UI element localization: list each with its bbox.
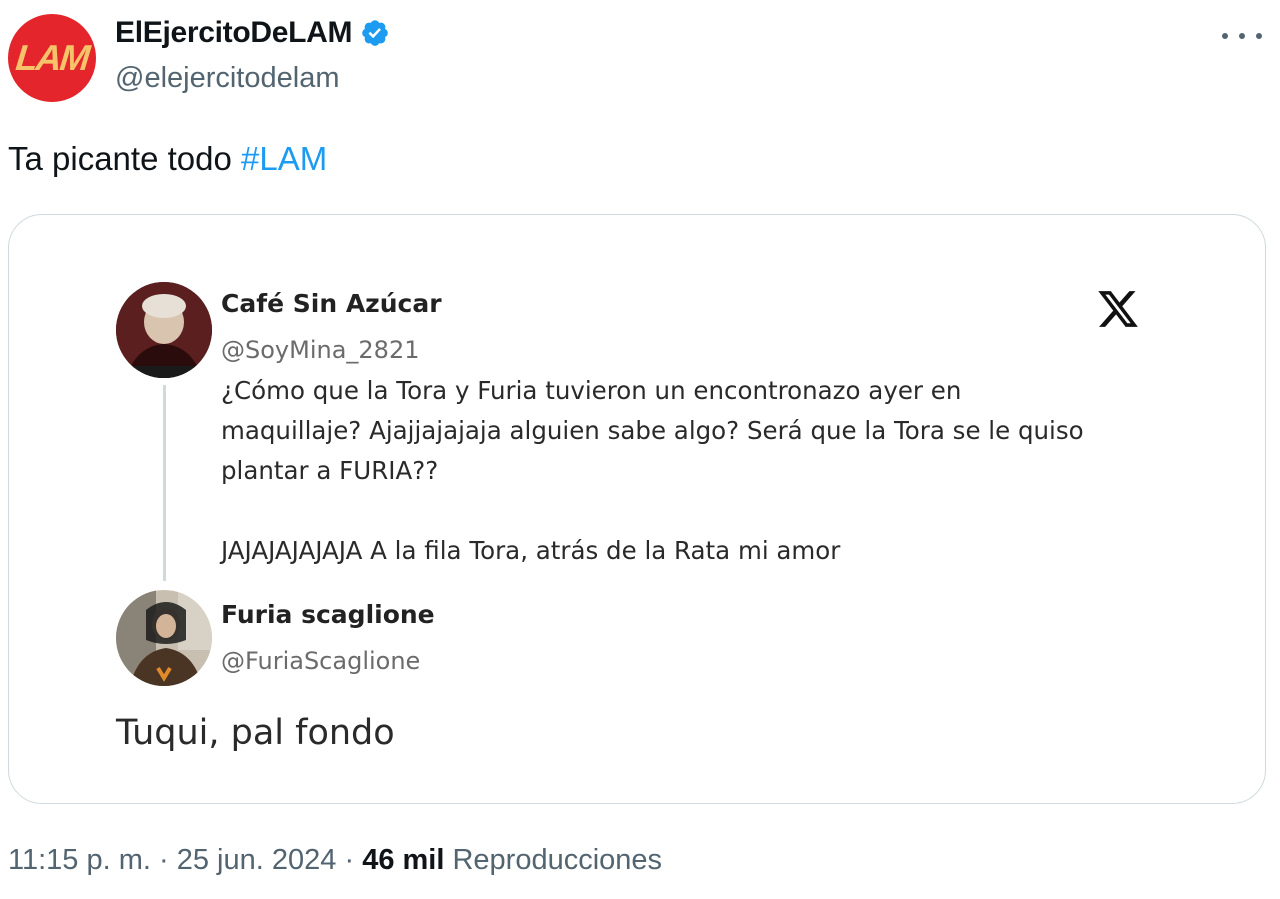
lam-logo-text: LAM [13, 37, 91, 78]
post-date[interactable]: 25 jun. 2024 [177, 844, 337, 876]
furia-avatar [116, 590, 212, 686]
views-label: Reproducciones [452, 844, 663, 876]
dot [1239, 33, 1245, 39]
more-options-icon[interactable] [1222, 24, 1262, 48]
furia-avatar-image [116, 590, 212, 686]
post-time[interactable]: 11:15 p. m. [8, 844, 151, 876]
first-tweet-handle: @SoyMina_2821 [221, 336, 420, 364]
dot [1222, 33, 1228, 39]
cafe-avatar-image [116, 282, 212, 378]
post-text-body: Ta picante todo [8, 140, 232, 177]
cafe-avatar [116, 282, 212, 378]
media-image[interactable]: Café Sin Azúcar @SoyMina_2821 ¿Cómo que … [8, 214, 1266, 804]
reply-tweet-display-name: Furia scaglione [221, 600, 435, 629]
meta-separator: · [344, 844, 355, 876]
author-handle[interactable]: @elejercitodelam [115, 62, 339, 95]
views-count: 46 mil [362, 844, 445, 876]
author-avatar[interactable]: LAM [8, 14, 96, 102]
dot [1256, 33, 1262, 39]
hashtag-link[interactable]: #LAM [241, 140, 327, 177]
post-metadata: 11:15 p. m. · 25 jun. 2024 · 46 mil Repr… [8, 844, 662, 877]
thread-connector-line [163, 385, 166, 581]
verified-badge-icon[interactable] [360, 18, 390, 48]
author-name-row: ElEjercitoDeLAM [115, 16, 390, 50]
author-display-name[interactable]: ElEjercitoDeLAM [115, 16, 353, 50]
first-tweet-line: JAJAJAJAJAJA A la fila Tora, atrás de la… [221, 536, 841, 565]
meta-separator: · [159, 844, 169, 876]
first-tweet-line: maquillaje? Ajajjajajaja alguien sabe al… [221, 416, 1084, 445]
x-logo-icon [1098, 291, 1138, 327]
reply-tweet-handle: @FuriaScaglione [221, 647, 421, 675]
first-tweet-body: ¿Cómo que la Tora y Furia tuvieron un en… [221, 371, 1181, 571]
first-tweet-line: ¿Cómo que la Tora y Furia tuvieron un en… [221, 376, 962, 405]
first-tweet-line: plantar a FURIA?? [221, 456, 439, 485]
first-tweet-display-name: Café Sin Azúcar [221, 289, 442, 318]
reply-tweet-text: Tuqui, pal fondo [116, 713, 395, 753]
post-text: Ta picante todo #LAM [8, 140, 327, 178]
